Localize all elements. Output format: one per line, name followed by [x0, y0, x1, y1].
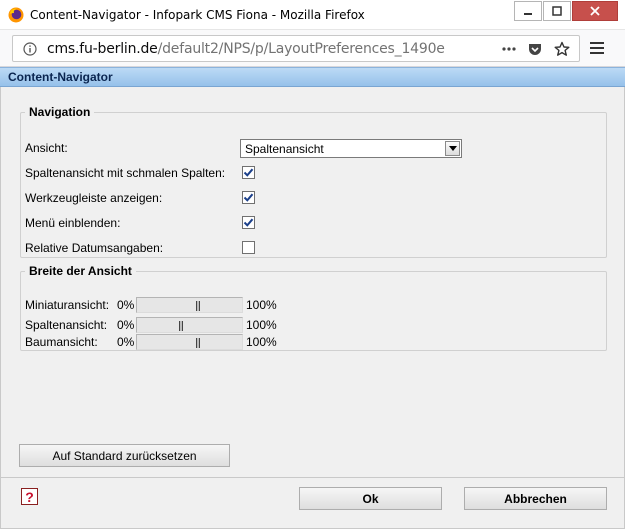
close-icon [590, 6, 600, 16]
dialog-title: Content-Navigator [8, 70, 113, 84]
slider-thumb[interactable] [196, 338, 200, 348]
slider-max-label: 100% [246, 318, 277, 332]
minimize-button[interactable] [514, 1, 542, 21]
slider-max-label: 100% [246, 335, 277, 349]
slider-min-label: 0% [117, 298, 135, 312]
hamburger-menu-icon[interactable] [589, 41, 605, 55]
maximize-button[interactable] [543, 1, 571, 21]
dialog-header: Content-Navigator [0, 67, 625, 87]
checkbox-menu[interactable] [242, 216, 255, 229]
slider-column[interactable] [136, 317, 243, 333]
cancel-button[interactable]: Abbrechen [464, 487, 607, 510]
firefox-icon [8, 7, 24, 23]
slider-tree[interactable] [136, 334, 243, 350]
reset-defaults-button[interactable]: Auf Standard zurücksetzen [19, 444, 230, 467]
option-label-toolbar: Werkzeugleiste anzeigen: [25, 191, 163, 205]
help-icon[interactable]: ? [21, 488, 38, 505]
checkbox-toolbar[interactable] [242, 191, 255, 204]
more-actions-icon[interactable] [501, 41, 517, 57]
option-label-menu: Menü einblenden: [25, 216, 121, 230]
bookmark-star-icon[interactable] [554, 41, 570, 57]
view-select[interactable]: Spaltenansicht [240, 139, 462, 158]
slider-min-label: 0% [117, 318, 135, 332]
pocket-icon[interactable] [527, 41, 543, 57]
url-path: /default2/NPS/p/LayoutPreferences_1490e [157, 41, 445, 57]
close-window-button[interactable] [572, 1, 618, 21]
url-host: cms.fu-berlin.de [47, 41, 158, 57]
checkmark-icon [243, 168, 254, 177]
maximize-icon [552, 6, 562, 16]
checkbox-narrow-columns[interactable] [242, 166, 255, 179]
slider-max-label: 100% [246, 298, 277, 312]
checkmark-icon [243, 193, 254, 202]
navigation-group: Navigation Ansicht: Spaltenansicht Spalt… [20, 105, 607, 258]
slider-label-miniature: Miniaturansicht: [25, 298, 110, 312]
dialog-body: Navigation Ansicht: Spaltenansicht Spalt… [0, 87, 625, 477]
slider-min-label: 0% [117, 335, 135, 349]
slider-label-column: Spaltenansicht: [25, 318, 108, 332]
slider-miniature[interactable] [136, 297, 243, 313]
slider-thumb[interactable] [179, 321, 183, 331]
minimize-icon [524, 13, 532, 15]
slider-label-tree: Baumansicht: [25, 335, 98, 349]
window-titlebar: Content-Navigator - Infopark CMS Fiona -… [0, 0, 625, 30]
slider-thumb[interactable] [196, 301, 200, 311]
view-select-value: Spaltenansicht [245, 142, 324, 156]
view-width-legend: Breite der Ansicht [29, 264, 132, 278]
option-label-narrow-columns: Spaltenansicht mit schmalen Spalten: [25, 166, 226, 180]
view-label: Ansicht: [25, 141, 68, 155]
window-title: Content-Navigator - Infopark CMS Fiona -… [30, 8, 365, 22]
dialog-footer: ? Ok Abbrechen [0, 477, 625, 529]
address-field[interactable]: cms.fu-berlin.de/default2/NPS/p/LayoutPr… [12, 35, 580, 62]
chevron-down-icon [448, 146, 457, 151]
option-label-relative-dates: Relative Datumsangaben: [25, 241, 164, 255]
checkbox-relative-dates[interactable] [242, 241, 255, 254]
url-text[interactable]: cms.fu-berlin.de/default2/NPS/p/LayoutPr… [47, 41, 445, 57]
url-bar: cms.fu-berlin.de/default2/NPS/p/LayoutPr… [0, 30, 625, 67]
ok-button[interactable]: Ok [299, 487, 442, 510]
view-width-group: Breite der Ansicht Miniaturansicht: 0% 1… [20, 264, 607, 351]
navigation-legend: Navigation [29, 105, 91, 119]
checkmark-icon [243, 218, 254, 227]
dropdown-arrow[interactable] [445, 141, 460, 156]
info-icon[interactable] [23, 42, 37, 56]
